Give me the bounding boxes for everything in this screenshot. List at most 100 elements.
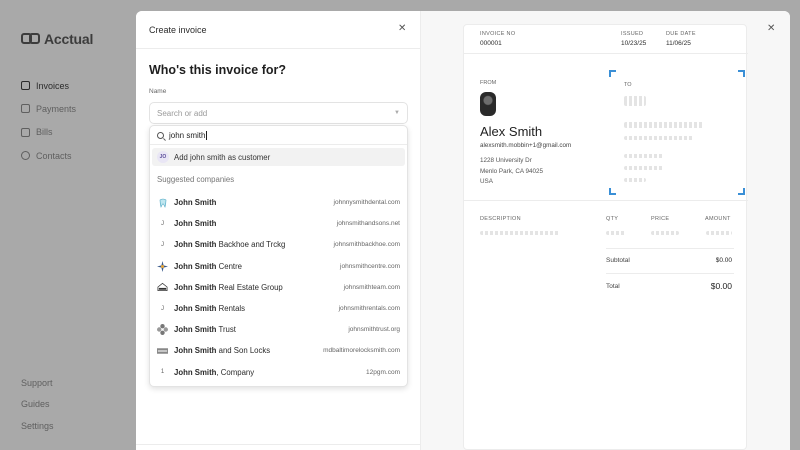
- create-invoice-modal: Create invoice ✕ Who's this invoice for?…: [136, 11, 790, 450]
- subtotal-label: Subtotal: [606, 257, 630, 264]
- col-qty: QTY: [606, 216, 619, 222]
- list-item[interactable]: John Smith Centre johnsmithcentre.com: [150, 256, 407, 277]
- col-amount: AMOUNT: [705, 216, 731, 222]
- company-url: johnsmithtrust.org: [348, 326, 400, 334]
- nav-label: Invoices: [36, 80, 70, 91]
- ghost-qty: [606, 231, 626, 235]
- file-icon: [21, 81, 30, 91]
- letter-j-icon: J: [161, 305, 164, 312]
- ghost-text: [624, 136, 694, 140]
- ghost-price: [651, 231, 679, 235]
- close-icon[interactable]: ✕: [398, 23, 406, 34]
- tooth-logo-icon: [157, 197, 168, 208]
- address-line: USA: [480, 178, 493, 185]
- recipient-placeholder: TO: [609, 70, 745, 195]
- payments-icon: [21, 104, 30, 114]
- number-1-icon: 1: [160, 369, 165, 376]
- invoice-preview: INVOICE NO 000001 ISSUED 10/23/25 DUE DA…: [463, 24, 748, 450]
- focus-corner: [738, 188, 745, 195]
- star-logo-icon: [157, 260, 168, 272]
- nav-label: Payments: [36, 103, 77, 114]
- nav-item-bills[interactable]: Bills: [21, 121, 76, 144]
- company-url: mdbaltimorelocksmith.com: [323, 347, 400, 355]
- text-cursor: [206, 130, 208, 140]
- company-name-match: John Smith: [174, 346, 217, 356]
- logo-icon: [21, 32, 41, 46]
- footer-divider: [136, 444, 421, 445]
- focus-corner: [738, 70, 745, 77]
- company-url: johnsmithteam.com: [343, 283, 400, 291]
- company-name-rest: Rentals: [216, 304, 246, 314]
- list-item[interactable]: John Smith Real Estate Group johnsmithte…: [150, 277, 407, 298]
- company-name-rest: Backhoe and Trckg: [216, 240, 286, 250]
- company-name-match: John Smith: [174, 198, 217, 208]
- company-name-rest: Centre: [216, 261, 243, 271]
- ghost-avatar: [624, 96, 646, 106]
- list-item[interactable]: J John Smith Rentals johnsmithrentals.co…: [150, 298, 407, 319]
- sender-email: alexsmith.mobbin+1@gmail.com: [480, 142, 572, 149]
- company-name-match: John Smith: [174, 304, 217, 314]
- subtotal-value: $0.00: [715, 257, 732, 264]
- name-field-label: Name: [149, 88, 167, 95]
- company-name-match: John Smith: [174, 261, 217, 271]
- invoice-header: INVOICE NO 000001 ISSUED 10/23/25 DUE DA…: [464, 25, 748, 54]
- list-item[interactable]: John Smith and Son Locks mdbaltimorelock…: [150, 340, 407, 361]
- list-item[interactable]: J John Smith johnsmithandsons.net: [150, 213, 407, 234]
- company-url: johnsmithcentre.com: [340, 262, 400, 270]
- app-logo[interactable]: Acctual: [21, 31, 93, 47]
- search-input[interactable]: john smith: [150, 126, 407, 145]
- customer-select[interactable]: Search or add ▼: [149, 102, 408, 124]
- company-name-rest: Trust: [216, 325, 236, 335]
- list-item[interactable]: J John Smith Backhoe and Trckg johnsmith…: [150, 234, 407, 255]
- nav-item-invoices[interactable]: Invoices: [21, 74, 76, 97]
- nav-item-guides[interactable]: Guides: [21, 399, 54, 420]
- focus-corner: [609, 70, 616, 77]
- letter-j-icon: J: [161, 241, 164, 248]
- issued-date: ISSUED 10/23/25: [621, 31, 646, 47]
- nav-item-settings[interactable]: Settings: [21, 421, 54, 442]
- company-list: John Smith johnnysmithdental.com J John …: [150, 192, 407, 383]
- list-item[interactable]: John Smith Trust johnsmithtrust.org: [150, 319, 407, 340]
- ghost-text: [624, 178, 646, 182]
- nav-item-payments[interactable]: Payments: [21, 97, 76, 120]
- nav-label: Contacts: [36, 150, 72, 161]
- from-label: FROM: [480, 80, 497, 86]
- customer-dropdown: john smith JO Add john smith as customer…: [149, 125, 408, 387]
- page-title: Who's this invoice for?: [149, 63, 287, 77]
- list-item[interactable]: John Smith johnnysmithdental.com: [150, 192, 407, 213]
- invoice-number-value: 000001: [480, 40, 502, 47]
- due-date-label: DUE DATE: [666, 31, 696, 37]
- nav-item-contacts[interactable]: Contacts: [21, 144, 76, 167]
- search-query: john smith: [169, 130, 206, 140]
- cross-logo-icon: [157, 324, 168, 336]
- header-divider: [136, 48, 421, 49]
- logo-text: Acctual: [44, 31, 94, 47]
- ghost-text: [624, 166, 664, 170]
- issued-label: ISSUED: [621, 31, 644, 37]
- address-line: Menlo Park, CA 94025: [480, 167, 544, 175]
- letter-j-icon: J: [161, 220, 164, 227]
- due-date: DUE DATE 11/06/25: [666, 31, 696, 47]
- avatar: [480, 92, 496, 116]
- company-name-rest: , Company: [216, 367, 255, 377]
- app-sidebar: Acctual Invoices Payments Bills Contacts…: [0, 0, 136, 450]
- bill-icon: [21, 127, 30, 137]
- customer-pane: Create invoice ✕ Who's this invoice for?…: [136, 11, 421, 450]
- invoice-number: INVOICE NO 000001: [480, 31, 515, 47]
- company-url: 12pgm.com: [366, 368, 400, 376]
- company-url: johnsmithrentals.com: [338, 305, 400, 313]
- close-icon[interactable]: ✕: [767, 23, 775, 34]
- nav-item-support[interactable]: Support: [21, 378, 54, 399]
- house-logo-icon: [157, 282, 168, 293]
- main-nav: Invoices Payments Bills Contacts: [21, 74, 76, 167]
- company-name-match: John Smith: [174, 325, 217, 335]
- add-customer-option[interactable]: JO Add john smith as customer: [152, 148, 405, 166]
- company-name-match: John Smith: [174, 282, 217, 292]
- list-item[interactable]: 1 John Smith, Company 12pgm.com: [150, 362, 407, 383]
- due-date-value: 11/06/25: [666, 40, 691, 47]
- col-price: PRICE: [651, 216, 670, 222]
- company-url: johnsmithandsons.net: [336, 220, 400, 228]
- add-customer-label: Add john smith as customer: [174, 152, 271, 162]
- modal-title: Create invoice: [149, 25, 207, 35]
- invoice-number-label: INVOICE NO: [480, 31, 516, 37]
